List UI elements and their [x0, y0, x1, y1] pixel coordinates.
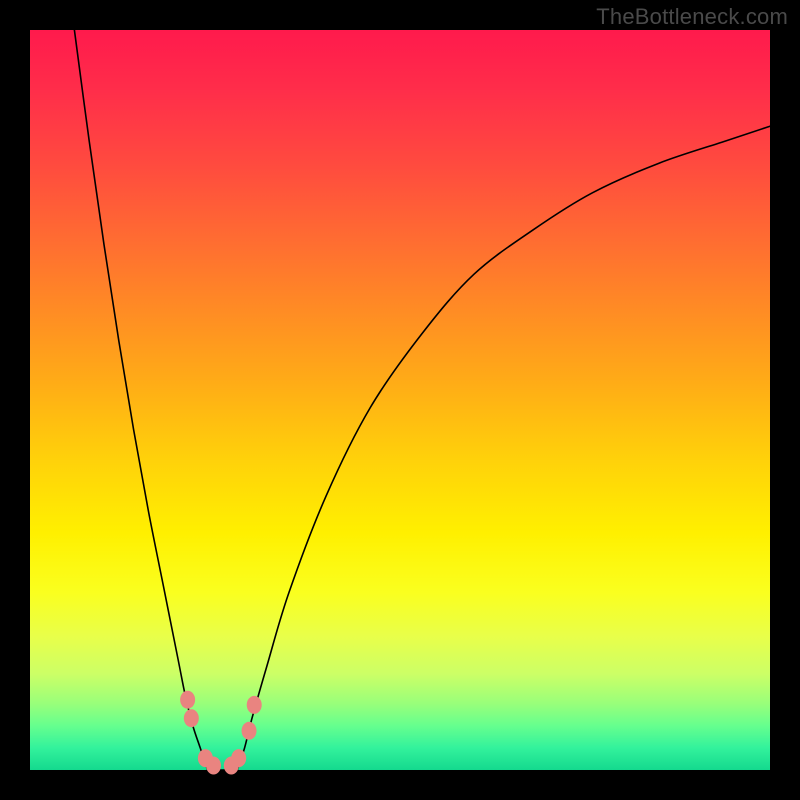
watermark-text: TheBottleneck.com [596, 4, 788, 30]
highlight-dot [206, 757, 221, 775]
curve-left-branch [74, 30, 207, 770]
chart-stage: TheBottleneck.com [0, 0, 800, 800]
highlight-dot [231, 749, 246, 767]
highlight-markers [180, 691, 262, 775]
highlight-dot [242, 722, 257, 740]
highlight-dot [184, 709, 199, 727]
highlight-dot [247, 696, 262, 714]
plot-svg [30, 30, 770, 770]
highlight-dot [180, 691, 195, 709]
curve-right-branch [237, 126, 770, 770]
plot-area [30, 30, 770, 770]
